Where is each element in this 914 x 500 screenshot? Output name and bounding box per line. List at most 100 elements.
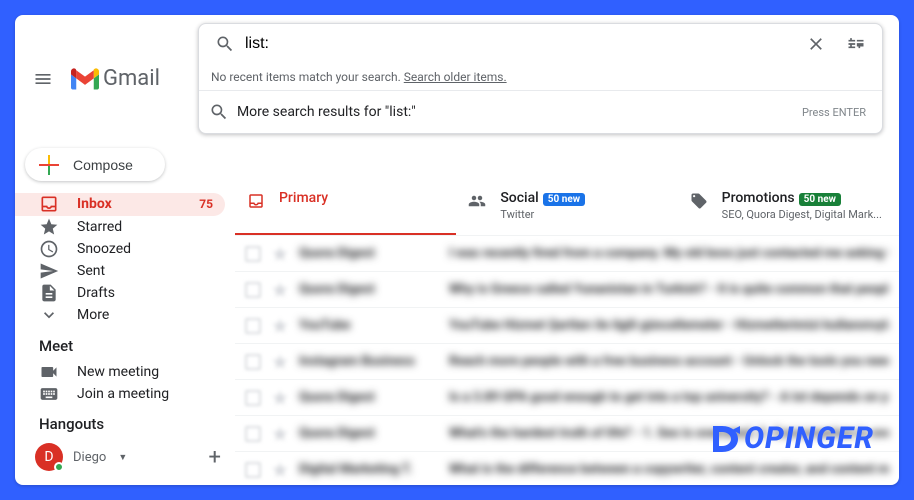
- clock-icon: [39, 239, 59, 259]
- star-icon[interactable]: [271, 461, 289, 479]
- email-sender: YouTube: [299, 318, 439, 333]
- send-icon: [39, 261, 59, 281]
- email-subject: YouTube Hizmet Şartları ile ilgili günce…: [449, 318, 889, 333]
- add-contact-button[interactable]: +: [209, 445, 221, 470]
- meet-section-title: Meet: [15, 327, 235, 361]
- category-tabs: Primary Social50 new Twitter Promotions5…: [235, 180, 899, 236]
- tab-promotions[interactable]: Promotions50 new SEO, Quora Digest, Digi…: [678, 180, 899, 235]
- nav-label: Starred: [77, 219, 213, 235]
- tag-icon: [690, 192, 708, 223]
- star-icon[interactable]: [271, 425, 289, 443]
- search-options-icon[interactable]: [836, 24, 876, 64]
- search-icon[interactable]: [205, 24, 245, 64]
- new-badge: 50 new: [543, 193, 585, 206]
- sidebar-item-sent[interactable]: Sent: [15, 260, 225, 282]
- compose-button[interactable]: Compose: [25, 148, 165, 181]
- hangouts-section-title: Hangouts: [15, 405, 235, 439]
- checkbox[interactable]: [245, 246, 261, 262]
- meet-label: New meeting: [77, 364, 159, 380]
- email-row[interactable]: Quora Digest Why is Greece called Yunanis…: [235, 272, 899, 308]
- star-icon[interactable]: [271, 245, 289, 263]
- tab-label: Social50 new: [500, 190, 585, 206]
- new-badge: 50 new: [799, 193, 841, 206]
- status-indicator: [54, 462, 64, 472]
- checkbox[interactable]: [245, 318, 261, 334]
- clear-search-icon[interactable]: [796, 24, 836, 64]
- search-icon: [209, 102, 229, 122]
- press-enter-hint: Press ENTER: [802, 106, 872, 119]
- tab-sub: SEO, Quora Digest, Digital Mark...: [722, 208, 882, 221]
- checkbox[interactable]: [245, 390, 261, 406]
- search-older-link[interactable]: Search older items.: [404, 70, 507, 84]
- star-icon[interactable]: [271, 317, 289, 335]
- sidebar-item-starred[interactable]: Starred: [15, 216, 225, 238]
- search-container: No recent items match your search. Searc…: [198, 23, 883, 134]
- email-row[interactable]: Digital Marketing T. What is the differen…: [235, 452, 899, 485]
- compose-plus-icon: [37, 153, 61, 177]
- search-no-results-message: No recent items match your search. Searc…: [199, 64, 882, 91]
- search-more-row[interactable]: More search results for "list:" Press EN…: [199, 91, 882, 133]
- nav-label: More: [77, 307, 213, 323]
- email-sender: Instagram Business: [299, 354, 439, 369]
- caret-down-icon: ▼: [118, 452, 127, 463]
- people-icon: [468, 192, 486, 223]
- email-subject: Is a 3.89 GPA good enough to get into a …: [449, 390, 889, 405]
- sidebar-item-drafts[interactable]: Drafts: [15, 282, 225, 304]
- email-row[interactable]: Quora Digest I was recently fired from a …: [235, 236, 899, 272]
- email-sender: Quora Digest: [299, 426, 439, 441]
- main-content: Primary Social50 new Twitter Promotions5…: [235, 136, 899, 485]
- join-meeting-button[interactable]: Join a meeting: [15, 383, 235, 405]
- email-sender: Quora Digest: [299, 390, 439, 405]
- nav-label: Inbox: [77, 196, 181, 212]
- hangouts-user-row[interactable]: D Diego ▼ +: [15, 439, 235, 475]
- nav-count: 75: [199, 197, 213, 211]
- file-icon: [39, 283, 59, 303]
- tab-social[interactable]: Social50 new Twitter: [456, 180, 677, 235]
- sidebar-item-more[interactable]: More: [15, 304, 225, 326]
- email-sender: Digital Marketing T.: [299, 462, 439, 477]
- gmail-logo: Gmail: [71, 66, 160, 91]
- username: Diego: [73, 450, 106, 465]
- tab-label: Promotions50 new: [722, 190, 882, 206]
- email-row[interactable]: Instagram Business Reach more people with…: [235, 344, 899, 380]
- inbox-icon: [39, 194, 59, 214]
- checkbox[interactable]: [245, 354, 261, 370]
- inbox-icon: [247, 192, 265, 223]
- email-subject: What is the difference between a copywri…: [449, 462, 889, 477]
- search-input[interactable]: [245, 35, 796, 53]
- compose-label: Compose: [73, 157, 133, 173]
- star-icon[interactable]: [271, 353, 289, 371]
- email-subject: Why is Greece called Yunanistan in Turki…: [449, 282, 889, 297]
- checkbox[interactable]: [245, 462, 261, 478]
- email-subject: I was recently fired from a company. My …: [449, 246, 889, 261]
- tab-sub: Twitter: [500, 208, 585, 221]
- nav-label: Drafts: [77, 285, 213, 301]
- nav-label: Snoozed: [77, 241, 213, 257]
- email-subject: What's the hardest truth of life? - 1. S…: [449, 426, 889, 441]
- gmail-icon: [71, 68, 99, 90]
- tab-primary[interactable]: Primary: [235, 180, 456, 235]
- star-icon[interactable]: [271, 281, 289, 299]
- keyboard-icon: [39, 384, 59, 404]
- sidebar-item-inbox[interactable]: Inbox 75: [15, 193, 225, 215]
- email-row[interactable]: Quora Digest Is a 3.89 GPA good enough to…: [235, 380, 899, 416]
- hamburger-menu-button[interactable]: [23, 59, 63, 99]
- email-sender: Quora Digest: [299, 246, 439, 261]
- new-meeting-button[interactable]: New meeting: [15, 361, 235, 383]
- search-more-label: More search results for "list:": [229, 104, 802, 120]
- checkbox[interactable]: [245, 282, 261, 298]
- sidebar-item-snoozed[interactable]: Snoozed: [15, 238, 225, 260]
- email-sender: Quora Digest: [299, 282, 439, 297]
- tab-label: Primary: [279, 190, 328, 206]
- nav-label: Sent: [77, 263, 213, 279]
- email-subject: Reach more people with a free business a…: [449, 354, 889, 369]
- camera-icon: [39, 362, 59, 382]
- star-icon[interactable]: [271, 389, 289, 407]
- meet-label: Join a meeting: [77, 386, 169, 402]
- gmail-logo-text: Gmail: [103, 66, 160, 91]
- star-icon: [39, 217, 59, 237]
- email-row[interactable]: YouTube YouTube Hizmet Şartları ile ilgil…: [235, 308, 899, 344]
- sidebar: Compose Inbox 75 Starred Snoozed Sent: [15, 136, 235, 485]
- email-row[interactable]: Quora Digest What's the hardest truth of …: [235, 416, 899, 452]
- checkbox[interactable]: [245, 426, 261, 442]
